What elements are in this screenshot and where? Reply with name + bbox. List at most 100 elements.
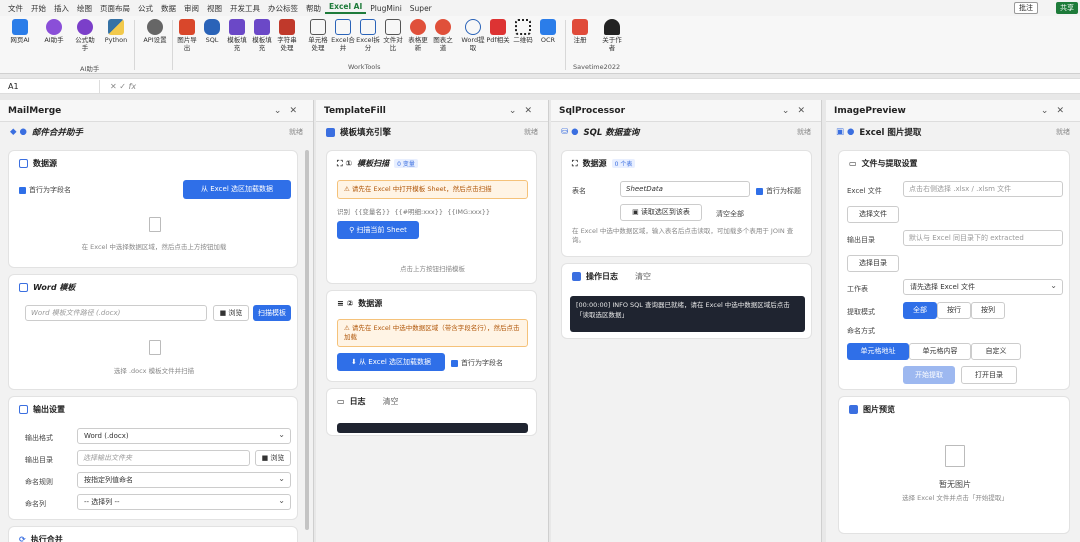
clear-all-button[interactable]: 清空全部 <box>716 209 744 219</box>
excel-split-button[interactable]: Excel拆分 <box>356 19 380 52</box>
comment-button[interactable]: 批注 <box>1014 2 1038 14</box>
cell-grid-icon <box>310 19 326 35</box>
web-ai-icon <box>12 19 28 35</box>
panel-controls[interactable]: ⌄✕ <box>782 106 813 116</box>
merge-icon <box>335 19 351 35</box>
ocr-button[interactable]: OCR <box>536 19 560 44</box>
web-ai-button[interactable]: 网页AI <box>8 19 32 44</box>
first-row-checkbox[interactable]: 首行为字段名 <box>19 185 71 195</box>
card-title: Word 模板 <box>33 283 76 292</box>
menu-formulas[interactable]: 公式 <box>134 3 157 14</box>
string-icon <box>279 19 295 35</box>
image-export-button[interactable]: 图片导出 <box>175 19 199 52</box>
cell-process-button[interactable]: 单元格处理 <box>306 19 330 52</box>
column-select[interactable]: -- 选择列 -- <box>77 494 291 510</box>
api-settings-button[interactable]: API设置 <box>143 19 167 44</box>
table-name-input[interactable]: SheetData <box>620 181 750 197</box>
file-compare-button[interactable]: 文件对比 <box>381 19 405 52</box>
first-row-checkbox[interactable]: 首行为字段名 <box>451 358 503 368</box>
formula-icon <box>77 19 93 35</box>
chat-icon: ▭ <box>337 397 345 406</box>
scan-sheet-button[interactable]: ⚲ 扫描当前 Sheet <box>337 221 419 239</box>
name-custom-button[interactable]: 自定义 <box>971 343 1021 360</box>
card-title: 模板扫描 <box>357 159 390 168</box>
clear-log-button[interactable]: 清空 <box>383 396 399 407</box>
first-row-checkbox[interactable]: 首行为标题 <box>756 186 801 196</box>
menu-insert[interactable]: 插入 <box>50 3 73 14</box>
template-fill-button[interactable]: 模板填充 <box>225 19 249 52</box>
file-icon <box>19 283 28 292</box>
mode-row-button[interactable]: 按行 <box>937 302 971 319</box>
table-update-button[interactable]: 表格更新 <box>406 19 430 52</box>
name-box[interactable]: A1 <box>4 80 100 93</box>
word-extract-button[interactable]: Word提取 <box>461 19 485 52</box>
status-label: 就绪 <box>289 128 303 136</box>
excel-merge-button[interactable]: Excel合并 <box>331 19 355 52</box>
menu-view[interactable]: 视图 <box>203 3 226 14</box>
database-icon <box>204 19 220 35</box>
open-dir-button[interactable]: 打开目录 <box>961 366 1017 384</box>
ai-assistant-button[interactable]: AI助手 <box>42 19 66 44</box>
clear-log-button[interactable]: 清空 <box>635 271 651 282</box>
read-selection-button[interactable]: ▣ 读取选区到该表 <box>620 204 702 221</box>
menu-plugmini[interactable]: PlugMini <box>366 4 406 13</box>
name-by-address-button[interactable]: 单元格地址 <box>847 343 909 360</box>
document-icon <box>149 217 161 232</box>
menu-draw[interactable]: 绘图 <box>73 3 96 14</box>
mode-col-button[interactable]: 按列 <box>971 302 1005 319</box>
mode-all-button[interactable]: 全部 <box>903 302 937 319</box>
qrcode-icon <box>515 19 531 35</box>
share-button[interactable]: 共享 <box>1056 2 1078 14</box>
menu-excel-ai[interactable]: Excel AI <box>325 2 367 14</box>
card-title: 输出设置 <box>33 405 65 414</box>
name-by-content-button[interactable]: 单元格内容 <box>909 343 971 360</box>
menu-review[interactable]: 审阅 <box>180 3 203 14</box>
string-process-button[interactable]: 字符串处理 <box>275 19 299 52</box>
choose-dir-button[interactable]: 选择目录 <box>847 255 899 272</box>
start-extract-button[interactable]: 开始提取 <box>903 366 955 384</box>
output-dir-input[interactable]: 默认与 Excel 同目录下的 extracted <box>903 230 1063 246</box>
menu-page-layout[interactable]: 页面布局 <box>96 3 134 14</box>
chart-way-button[interactable]: 图表之道 <box>431 19 455 52</box>
mode-label: 提取模式 <box>847 308 875 316</box>
scan-template-button[interactable]: 扫描模板 <box>253 305 291 321</box>
load-data-button[interactable]: ⬇ 从 Excel 选区加载数据 <box>337 353 445 371</box>
scrollbar[interactable] <box>305 150 309 530</box>
menu-file[interactable]: 文件 <box>4 3 27 14</box>
format-select[interactable]: Word (.docx) <box>77 428 291 444</box>
about-author-button[interactable]: 关于作者 <box>600 19 624 52</box>
choose-file-button[interactable]: 选择文件 <box>847 206 899 223</box>
register-button[interactable]: 注册 <box>568 19 592 44</box>
scan-icon: ⛶ ① <box>337 158 353 168</box>
output-dir-input[interactable]: 选择输出文件夹 <box>77 450 250 466</box>
python-button[interactable]: Python <box>104 19 128 44</box>
panel-controls[interactable]: ⌄✕ <box>274 106 305 116</box>
var-count-badge: 0 变量 <box>394 159 418 168</box>
panel-controls[interactable]: ⌄✕ <box>1041 106 1072 116</box>
template-fill-2-button[interactable]: 模板填充 <box>250 19 274 52</box>
browse-button[interactable]: ■ 浏览 <box>213 305 249 321</box>
card-title: 数据源 <box>33 159 57 168</box>
folder-icon: ▭ <box>849 159 857 168</box>
pdf-button[interactable]: Pdf相关 <box>486 19 510 44</box>
picture-icon: ▣ ● <box>836 127 855 137</box>
menu-developer[interactable]: 开发工具 <box>226 3 264 14</box>
panel-controls[interactable]: ⌄✕ <box>509 106 540 116</box>
dir-label: 输出目录 <box>25 456 53 464</box>
menu-help[interactable]: 帮助 <box>302 3 325 14</box>
sql-button[interactable]: SQL <box>200 19 224 44</box>
formula-assistant-button[interactable]: 公式助手 <box>73 19 97 52</box>
menu-data[interactable]: 数据 <box>157 3 180 14</box>
menu-home[interactable]: 开始 <box>27 3 50 14</box>
menu-super[interactable]: Super <box>406 4 436 13</box>
sheet-select[interactable]: 请先选择 Excel 文件 <box>903 279 1063 295</box>
browse-dir-button[interactable]: ■ 浏览 <box>255 450 291 466</box>
word-path-input[interactable]: Word 模板文件路径 (.docx) <box>25 305 207 321</box>
qrcode-button[interactable]: 二维码 <box>511 19 535 44</box>
menu-office-tab[interactable]: 办公标签 <box>264 3 302 14</box>
fx-icon[interactable]: ✕ ✓ fx <box>110 80 136 93</box>
output-settings-card: 输出设置 输出格式 Word (.docx) 输出目录 选择输出文件夹 ■ 浏览… <box>8 396 298 520</box>
rule-select[interactable]: 按指定列值命名 <box>77 472 291 488</box>
excel-file-input[interactable]: 点击右侧选择 .xlsx / .xlsm 文件 <box>903 181 1063 197</box>
load-data-button[interactable]: 从 Excel 选区加载数据 <box>183 180 291 199</box>
